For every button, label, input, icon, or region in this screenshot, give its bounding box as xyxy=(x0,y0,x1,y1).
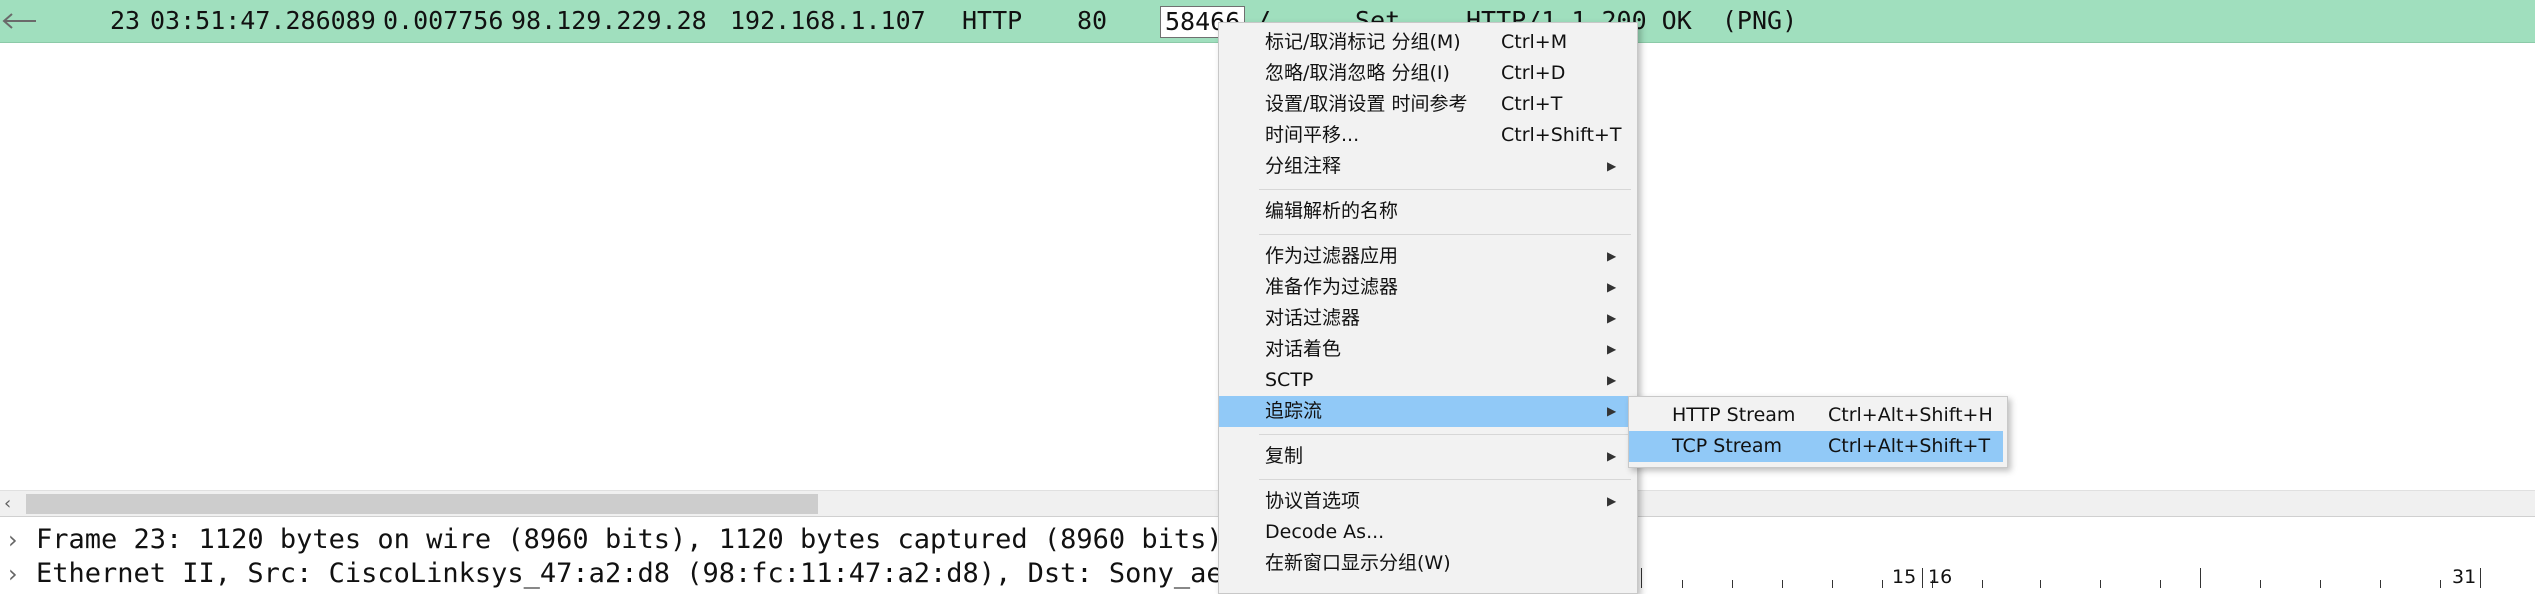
menu-item-label: 协议首选项 xyxy=(1265,490,1361,512)
menu-separator xyxy=(1259,434,1631,435)
menu-separator xyxy=(1259,479,1631,480)
chevron-right-icon: ▶ xyxy=(1607,404,1617,418)
submenu-item-shortcut: Ctrl+Alt+Shift+T xyxy=(1828,435,1991,457)
packet-src-port: 80 xyxy=(1077,6,1108,35)
ruler-tick xyxy=(2480,568,2481,588)
chevron-right-icon: ▶ xyxy=(1607,449,1617,463)
chevron-right-icon: ▶ xyxy=(1607,280,1617,294)
menu-item-label: 准备作为过滤器 xyxy=(1265,276,1399,298)
ruler-tick xyxy=(2260,580,2261,588)
menu-item-mark-packet[interactable]: 标记/取消标记 分组(M) Ctrl+M xyxy=(1219,27,1637,58)
menu-item-apply-as-filter[interactable]: 作为过滤器应用 ▶ xyxy=(1219,241,1637,272)
menu-item-copy[interactable]: 复制 ▶ xyxy=(1219,441,1637,472)
detail-text: Frame 23: 1120 bytes on wire (8960 bits)… xyxy=(36,524,1223,555)
menu-item-label: 复制 xyxy=(1265,445,1304,467)
scrollbar-thumb[interactable] xyxy=(26,494,818,514)
menu-item-label: Decode As... xyxy=(1265,521,1385,543)
menu-item-label: 标记/取消标记 分组(M) xyxy=(1265,31,1461,53)
packet-time: 03:51:47.286089 xyxy=(150,6,376,35)
menu-item-show-in-new-window[interactable]: 在新窗口显示分组(W) xyxy=(1219,548,1637,579)
chevron-right-icon: ▶ xyxy=(1607,249,1617,263)
menu-item-label: 对话过滤器 xyxy=(1265,307,1361,329)
expand-chevron-right-icon[interactable]: › xyxy=(8,523,28,557)
menu-item-label: SCTP xyxy=(1265,369,1314,391)
submenu-item-shortcut: Ctrl+Alt+Shift+H xyxy=(1828,404,1993,426)
chevron-right-icon: ▶ xyxy=(1607,342,1617,356)
detail-text: Ethernet II, Src: CiscoLinksys_47:a2:d8 … xyxy=(36,558,1321,589)
menu-item-ignore-packet[interactable]: 忽略/取消忽略 分组(I) Ctrl+D xyxy=(1219,58,1637,89)
menu-item-shortcut: Ctrl+D xyxy=(1501,62,1566,84)
ruler-tick xyxy=(1641,568,1642,588)
menu-item-colorize-conversation[interactable]: 对话着色 ▶ xyxy=(1219,334,1637,365)
menu-item-label: 忽略/取消忽略 分组(I) xyxy=(1265,62,1450,84)
submenu-item-tcp-stream[interactable]: TCP Stream Ctrl+Alt+Shift+T xyxy=(1629,431,2003,462)
menu-item-follow-stream[interactable]: 追踪流 ▶ xyxy=(1219,396,1637,427)
chevron-right-icon: ▶ xyxy=(1607,159,1617,173)
packet-number: 23 xyxy=(110,6,141,35)
submenu-item-label: TCP Stream xyxy=(1672,435,1783,457)
menu-item-label: 编辑解析的名称 xyxy=(1265,200,1399,222)
ruler-tick xyxy=(2040,580,2041,588)
menu-item-label: 时间平移... xyxy=(1265,124,1360,146)
byte-ruler: 15 16 31 xyxy=(1640,566,2535,588)
menu-item-edit-resolved-name[interactable]: 编辑解析的名称 xyxy=(1219,196,1637,227)
menu-item-protocol-preferences[interactable]: 协议首选项 ▶ xyxy=(1219,486,1637,517)
menu-item-packet-comment[interactable]: 分组注释 ▶ xyxy=(1219,151,1637,182)
ruler-tick xyxy=(1782,580,1783,588)
ruler-tick xyxy=(1832,580,1833,588)
menu-item-label: 在新窗口显示分组(W) xyxy=(1265,552,1451,574)
menu-item-label: 作为过滤器应用 xyxy=(1265,245,1399,267)
ruler-tick xyxy=(2380,580,2381,588)
chevron-left-icon[interactable]: ‹ xyxy=(4,495,20,513)
ruler-tick xyxy=(1882,580,1883,588)
menu-item-label: 追踪流 xyxy=(1265,400,1323,422)
menu-item-shortcut: Ctrl+M xyxy=(1501,31,1568,53)
menu-item-sctp[interactable]: SCTP ▶ xyxy=(1219,365,1637,396)
context-menu: 标记/取消标记 分组(M) Ctrl+M 忽略/取消忽略 分组(I) Ctrl+… xyxy=(1218,22,1638,594)
ruler-tick xyxy=(1922,568,1923,588)
arrow-left-icon xyxy=(2,13,36,29)
expand-chevron-right-icon[interactable]: › xyxy=(8,557,28,591)
ruler-label: 31 xyxy=(2452,566,2477,588)
menu-item-shortcut: Ctrl+Shift+T xyxy=(1501,124,1622,146)
ruler-tick xyxy=(1682,580,1683,588)
chevron-right-icon: ▶ xyxy=(1607,494,1617,508)
menu-item-conversation-filter[interactable]: 对话过滤器 ▶ xyxy=(1219,303,1637,334)
menu-item-time-shift[interactable]: 时间平移... Ctrl+Shift+T xyxy=(1219,120,1637,151)
menu-item-label: 对话着色 xyxy=(1265,338,1342,360)
ruler-tick xyxy=(2200,568,2201,588)
packet-protocol: HTTP xyxy=(962,6,1023,35)
menu-separator xyxy=(1259,189,1631,190)
submenu-item-http-stream[interactable]: HTTP Stream Ctrl+Alt+Shift+H xyxy=(1629,400,2003,431)
menu-item-decode-as[interactable]: Decode As... xyxy=(1219,517,1637,548)
menu-item-prepare-as-filter[interactable]: 准备作为过滤器 ▶ xyxy=(1219,272,1637,303)
menu-item-label: 设置/取消设置 时间参考 xyxy=(1265,93,1468,115)
ruler-tick xyxy=(1982,580,1983,588)
ruler-label: 16 xyxy=(1928,566,1953,588)
menu-item-label: 分组注释 xyxy=(1265,155,1342,177)
follow-stream-submenu: HTTP Stream Ctrl+Alt+Shift+H TCP Stream … xyxy=(1628,396,2008,468)
ruler-label: 15 xyxy=(1892,566,1917,588)
ruler-tick xyxy=(2440,580,2441,588)
submenu-item-label: HTTP Stream xyxy=(1672,404,1796,426)
ruler-tick xyxy=(2320,580,2321,588)
packet-delta: 0.007756 xyxy=(383,6,504,35)
ruler-tick xyxy=(2160,580,2161,588)
menu-item-time-reference[interactable]: 设置/取消设置 时间参考 Ctrl+T xyxy=(1219,89,1637,120)
ruler-tick xyxy=(1732,580,1733,588)
packet-source: 98.129.229.28 xyxy=(511,6,707,35)
chevron-right-icon: ▶ xyxy=(1607,311,1617,325)
menu-item-shortcut: Ctrl+T xyxy=(1501,93,1563,115)
packet-destination: 192.168.1.107 xyxy=(730,6,926,35)
menu-separator xyxy=(1259,234,1631,235)
chevron-right-icon: ▶ xyxy=(1607,373,1617,387)
ruler-tick xyxy=(2100,580,2101,588)
